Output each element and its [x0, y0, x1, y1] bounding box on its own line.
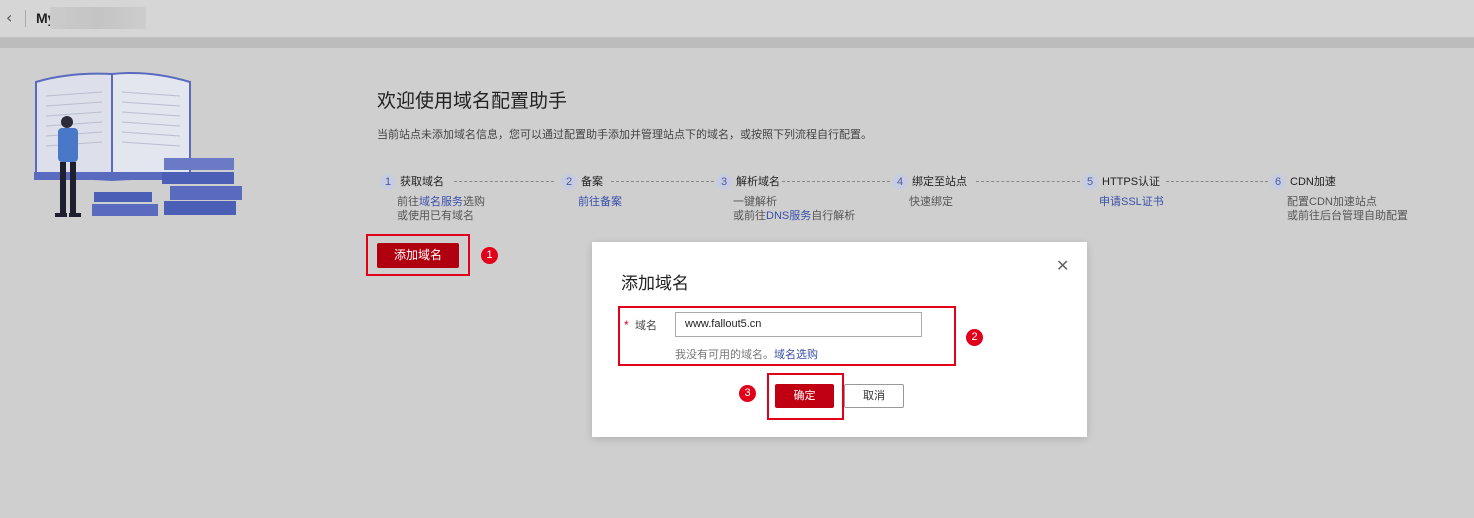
welcome-title: 欢迎使用域名配置助手: [377, 91, 568, 112]
chevron-left-icon[interactable]: ‹: [6, 9, 20, 27]
step-number: 3: [716, 174, 732, 190]
step-connector: [1166, 181, 1268, 182]
step-desc-text: 或前往: [733, 210, 766, 222]
annotation-badge-3: 3: [739, 385, 756, 402]
highlight-box-1: [366, 234, 470, 276]
top-bar: ‹ My: [0, 0, 1474, 38]
highlight-box-3: [767, 373, 844, 420]
step-connector: [611, 181, 714, 182]
step-bind: 4 绑定至站点 快速绑定: [892, 173, 967, 208]
close-icon[interactable]: ✕: [1056, 256, 1069, 275]
step-connector: [976, 181, 1080, 182]
step-number: 5: [1082, 174, 1098, 190]
ssl-cert-link[interactable]: 申请SSL证书: [1099, 196, 1164, 208]
step-desc-text: 快速绑定: [909, 196, 953, 208]
step-desc-text: 前往: [397, 196, 419, 208]
sub-bar: [0, 38, 1474, 48]
step-number: 6: [1270, 174, 1286, 190]
step-number: 4: [892, 174, 908, 190]
step-desc: 配置CDN加速站点 或前往后台管理自助配置: [1287, 195, 1408, 223]
step-desc-text: 自行解析: [811, 210, 856, 222]
step-number: 2: [561, 174, 577, 190]
step-desc-text: 或前往后台管理自助配置: [1287, 210, 1408, 222]
step-desc: 申请SSL证书: [1099, 195, 1164, 209]
step-filing: 2 备案 前往备案: [561, 173, 622, 208]
dialog-title: 添加域名: [621, 274, 689, 293]
step-cdn: 6 CDN加速 配置CDN加速站点 或前往后台管理自助配置: [1270, 173, 1408, 222]
step-desc: 前往备案: [578, 195, 622, 209]
step-name: 解析域名: [736, 176, 780, 188]
annotation-badge-2: 2: [966, 329, 983, 346]
step-resolve: 3 解析域名 一键解析 或前往DNS服务自行解析: [716, 173, 855, 222]
step-name: 绑定至站点: [912, 176, 967, 188]
step-connector: [782, 181, 890, 182]
step-name: 备案: [581, 176, 603, 188]
step-name: CDN加速: [1290, 176, 1336, 188]
cancel-button[interactable]: 取消: [844, 384, 904, 408]
step-desc-text: 选购: [463, 196, 485, 208]
divider: [25, 10, 26, 27]
annotation-badge-1: 1: [481, 247, 498, 264]
step-desc-text: 配置CDN加速站点: [1287, 196, 1377, 208]
step-number: 1: [380, 174, 396, 190]
step-get-domain: 1 获取域名 前往域名服务选购 或使用已有域名: [380, 173, 485, 222]
step-desc-text: 一键解析: [733, 196, 777, 208]
highlight-box-2: [618, 306, 956, 366]
step-https: 5 HTTPS认证 申请SSL证书: [1082, 173, 1164, 208]
step-desc: 快速绑定: [909, 195, 953, 209]
filing-link[interactable]: 前往备案: [578, 196, 622, 208]
book-illustration: [34, 72, 242, 217]
welcome-description: 当前站点未添加域名信息，您可以通过配置助手添加并管理站点下的域名，或按照下列流程…: [377, 129, 872, 141]
domain-service-link[interactable]: 域名服务: [419, 196, 463, 208]
step-desc-text: 或使用已有域名: [397, 210, 474, 222]
step-name: 获取域名: [400, 176, 444, 188]
step-desc: 一键解析 或前往DNS服务自行解析: [733, 195, 855, 223]
step-desc: 前往域名服务选购 或使用已有域名: [397, 195, 485, 223]
redacted-title: [50, 7, 146, 29]
dns-service-link[interactable]: DNS服务: [766, 210, 811, 222]
steps-flow: 1 获取域名 前往域名服务选购 或使用已有域名 2 备案 前往备案 3 解析域名 一键…: [380, 173, 1460, 233]
step-name: HTTPS认证: [1102, 176, 1161, 188]
step-connector: [454, 181, 554, 182]
